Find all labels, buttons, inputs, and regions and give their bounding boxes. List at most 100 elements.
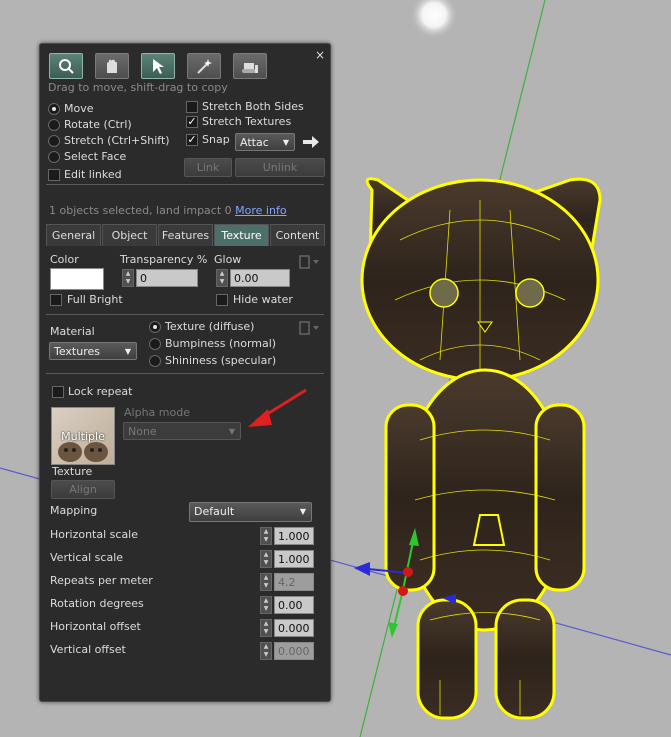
texture-multiple-label: Multiple: [61, 430, 105, 443]
alpha-mode-label: Alpha mode: [124, 406, 190, 419]
glow-spinner[interactable]: ▲ ▼: [216, 269, 228, 287]
hide-water-checkbox[interactable]: [216, 294, 228, 306]
shininess-label: Shininess (specular): [165, 354, 277, 367]
divider: [46, 373, 324, 374]
tab-content[interactable]: Content: [270, 224, 325, 246]
param-spinner[interactable]: ▲ ▼: [260, 573, 272, 591]
snap-mode-dropdown[interactable]: Attac ▼: [235, 133, 295, 151]
create-tool-button[interactable]: [187, 53, 221, 79]
radio-move-label: Move: [64, 102, 94, 115]
transparency-field[interactable]: 0: [136, 269, 198, 287]
param-field[interactable]: 0.000: [274, 642, 314, 660]
selection-info-text: 1 objects selected, land impact 0: [49, 204, 232, 217]
param-field[interactable]: 0.00: [274, 596, 314, 614]
param-field[interactable]: 1.000: [274, 527, 314, 545]
snap-arrow-icon[interactable]: [303, 136, 319, 148]
chevron-down-icon: ▼: [228, 427, 235, 436]
radio-texture-diffuse[interactable]: [149, 321, 161, 333]
radio-move[interactable]: [48, 103, 60, 115]
stretch-both-label: Stretch Both Sides: [202, 100, 304, 113]
selection-info: 1 objects selected, land impact 0 More i…: [49, 204, 287, 217]
align-button[interactable]: Align: [51, 480, 115, 499]
param-spinner[interactable]: ▲ ▼: [260, 596, 272, 614]
material-label: Material: [50, 325, 95, 338]
close-icon[interactable]: ×: [315, 48, 325, 62]
divider: [46, 184, 324, 185]
cat-right-arm: [534, 403, 586, 592]
edit-tool-button[interactable]: [141, 53, 175, 79]
param-label: Horizontal scale: [50, 528, 139, 541]
cat-left-eye: [429, 278, 459, 308]
cursor-icon: [153, 59, 164, 74]
tab-texture[interactable]: Texture: [214, 224, 269, 246]
drag-hint: Drag to move, shift-drag to copy: [48, 81, 228, 94]
glow-label: Glow: [214, 253, 242, 266]
wand-icon: [197, 59, 212, 74]
alpha-mode-dropdown[interactable]: None ▼: [123, 422, 241, 440]
param-spinner[interactable]: ▲ ▼: [260, 642, 272, 660]
transparency-spinner[interactable]: ▲ ▼: [122, 269, 134, 287]
color-label: Color: [50, 253, 79, 266]
param-field[interactable]: 0.000: [274, 619, 314, 637]
sun: [410, 0, 458, 39]
cat-left-arm: [384, 403, 436, 592]
stretch-textures-checkbox[interactable]: ✓: [186, 116, 198, 128]
param-field[interactable]: 1.000: [274, 550, 314, 568]
more-info-link[interactable]: More info: [235, 204, 286, 217]
mapping-value: Default: [194, 505, 235, 518]
hide-water-label: Hide water: [233, 293, 293, 306]
focus-tool-button[interactable]: [49, 53, 83, 79]
snap-label: Snap: [202, 133, 230, 146]
tab-features[interactable]: Features: [158, 224, 213, 246]
param-label: Vertical offset: [50, 643, 126, 656]
mapping-label: Mapping: [50, 504, 98, 517]
full-bright-checkbox[interactable]: [50, 294, 62, 306]
stretch-textures-label: Stretch Textures: [202, 115, 292, 128]
radio-stretch[interactable]: [48, 135, 60, 147]
divider: [46, 314, 324, 315]
snap-checkbox[interactable]: ✓: [186, 134, 198, 146]
move-tool-button[interactable]: [95, 53, 129, 79]
stretch-both-checkbox[interactable]: [186, 101, 198, 113]
cat-avatar: [360, 177, 602, 720]
tab-general[interactable]: General: [46, 224, 101, 246]
radio-rotate-label: Rotate (Ctrl): [64, 118, 132, 131]
param-spinner[interactable]: ▲ ▼: [260, 527, 272, 545]
radio-shininess[interactable]: [149, 355, 161, 367]
link-button[interactable]: Link: [184, 158, 232, 177]
cat-right-eye: [515, 278, 545, 308]
transparency-label: Transparency %: [120, 253, 208, 266]
param-spinner[interactable]: ▲ ▼: [260, 550, 272, 568]
full-bright-label: Full Bright: [67, 293, 123, 306]
glow-field[interactable]: 0.00: [230, 269, 290, 287]
cat-left-leg: [416, 598, 478, 720]
magnifier-icon: [59, 59, 74, 74]
radio-select-face[interactable]: [48, 151, 60, 163]
hand-icon: [107, 59, 117, 73]
lock-repeat-label: Lock repeat: [68, 385, 133, 398]
lock-repeat-checkbox[interactable]: [52, 386, 64, 398]
param-label: Repeats per meter: [50, 574, 153, 587]
radio-rotate[interactable]: [48, 119, 60, 131]
red-arrow-annotation: [248, 388, 307, 427]
clipboard-icon[interactable]: [298, 321, 322, 335]
radio-stretch-label: Stretch (Ctrl+Shift): [64, 134, 170, 147]
color-swatch[interactable]: [50, 268, 104, 290]
param-spinner[interactable]: ▲ ▼: [260, 619, 272, 637]
tab-bar: General Object Features Texture Content: [46, 224, 326, 246]
mapping-dropdown[interactable]: Default ▼: [189, 502, 312, 522]
unlink-button[interactable]: Unlink: [235, 158, 325, 177]
tab-object[interactable]: Object: [102, 224, 157, 246]
snap-mode-value: Attac: [240, 136, 269, 149]
clipboard-icon[interactable]: [298, 255, 322, 269]
radio-bumpiness[interactable]: [149, 338, 161, 350]
edit-linked-checkbox[interactable]: [48, 169, 60, 181]
land-tool-button[interactable]: [233, 53, 267, 79]
param-field[interactable]: 4.2: [274, 573, 314, 591]
chevron-down-icon: ▼: [282, 138, 289, 147]
param-label: Vertical scale: [50, 551, 124, 564]
material-dropdown[interactable]: Textures ▼: [49, 342, 137, 360]
edit-linked-label: Edit linked: [64, 168, 122, 181]
radio-select-face-label: Select Face: [64, 150, 127, 163]
texture-thumbnail[interactable]: Multiple: [51, 407, 115, 465]
